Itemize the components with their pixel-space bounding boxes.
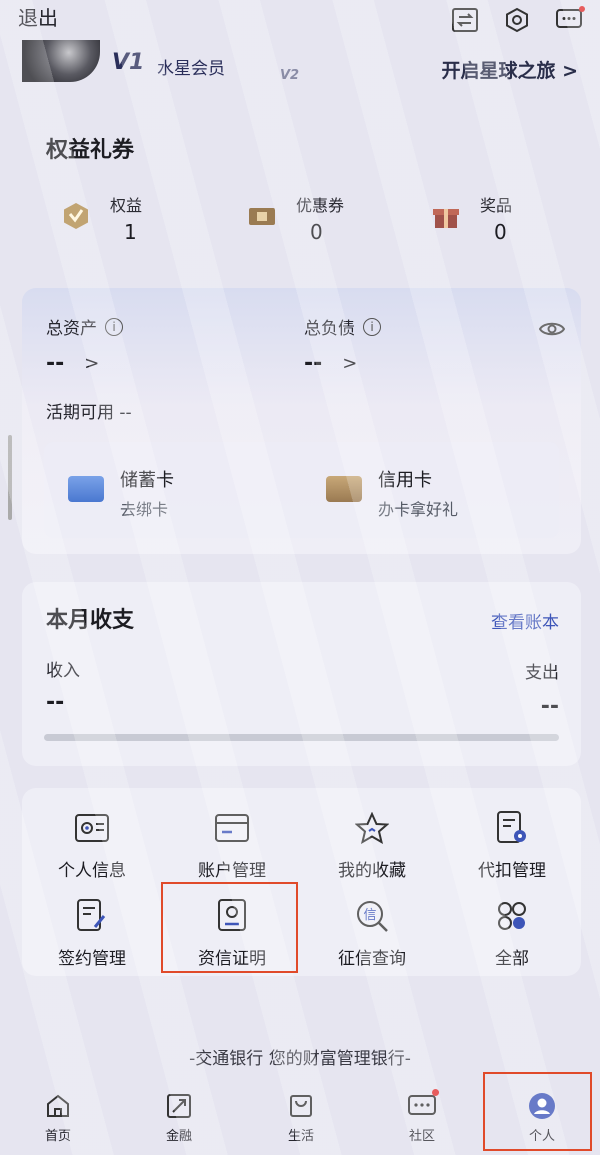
coupon-label: 优惠券 [296, 196, 345, 215]
total-assets-value: -- [46, 351, 65, 376]
service-label: 代扣管理 [478, 861, 546, 881]
message-icon[interactable] [554, 6, 585, 34]
credit-card-title: 信用卡 [378, 470, 432, 491]
coupon-value: 0 [310, 220, 323, 244]
top-bar: 退出 [0, 0, 600, 40]
nav-label: 社区 [408, 1129, 435, 1144]
eye-icon[interactable] [538, 320, 566, 342]
service-label: 全部 [495, 949, 529, 969]
total-assets[interactable]: 总资产 i -- > [46, 314, 123, 376]
bank-slogan: -交通银行 您的财富管理银行- [189, 1049, 411, 1069]
expense-label: 支出 [525, 663, 559, 683]
id-card-icon [74, 810, 110, 846]
expense-value: -- [540, 694, 559, 719]
income-expense-bar [44, 734, 559, 741]
chevron-right-icon: > [84, 353, 100, 374]
service-all[interactable]: 全部 [442, 898, 582, 978]
shopping-bag-icon [286, 1091, 316, 1121]
start-journey-link[interactable]: 开启星球之旅 > [441, 56, 578, 83]
document-gear-icon [494, 810, 530, 846]
service-label: 签约管理 [58, 949, 126, 969]
coupon-item[interactable]: 优惠券 0 [248, 190, 378, 250]
debit-card-title: 储蓄卡 [120, 470, 174, 491]
notification-dot [579, 6, 585, 12]
service-label: 账户管理 [198, 861, 266, 881]
nav-label: 生活 [287, 1129, 314, 1144]
nav-label: 金融 [165, 1129, 192, 1144]
gift-icon [433, 209, 459, 228]
view-bill-link[interactable]: 查看账本 [491, 608, 559, 633]
total-assets-label: 总资产 [46, 319, 97, 339]
exit-button[interactable]: 退出 [18, 2, 58, 31]
rights-section: 权益礼券 权益 1 优惠券 0 奖品 0 [22, 98, 581, 270]
rights-item[interactable]: 权益 1 [62, 190, 192, 250]
sign-document-icon [74, 898, 110, 934]
credit-card-subtitle: 办卡拿好礼 [378, 500, 459, 519]
level-badge: V1 [112, 50, 145, 75]
community-icon [407, 1089, 439, 1121]
card-icon [214, 810, 250, 846]
monthly-card: 本月收支 查看账本 收入 支出 -- -- [22, 582, 581, 766]
home-icon [43, 1091, 73, 1121]
services-grid: 个人信息 账户管理 我的收藏 代扣管理 签约管理 资信证明 信 征信查询 全部 [22, 788, 581, 976]
nav-finance[interactable]: 金融 [139, 1091, 219, 1144]
member-level-name: 水星会员 [157, 59, 225, 79]
prize-value: 0 [494, 220, 507, 244]
member-strip[interactable]: V1 水星会员 V2 开启星球之旅 > [22, 40, 578, 90]
service-personal-info[interactable]: 个人信息 [22, 810, 162, 890]
planet-image [22, 40, 100, 82]
service-auto-debit[interactable]: 代扣管理 [442, 810, 582, 890]
service-label: 征信查询 [338, 949, 406, 969]
total-liabilities-label: 总负债 [304, 319, 355, 339]
nav-home[interactable]: 首页 [18, 1091, 98, 1144]
income-value: -- [46, 690, 65, 715]
settings-icon[interactable] [502, 6, 532, 34]
prize-item[interactable]: 奖品 0 [432, 190, 562, 250]
chevron-right-icon: > [342, 353, 358, 374]
highlight-box [483, 1072, 592, 1151]
coupon-icon [249, 208, 275, 225]
service-favorites[interactable]: 我的收藏 [302, 810, 442, 890]
all-icon [494, 898, 530, 934]
svg-text:信: 信 [363, 908, 376, 923]
total-liabilities-value: -- [304, 351, 323, 376]
info-icon[interactable]: i [105, 317, 123, 336]
nav-life[interactable]: 生活 [261, 1091, 341, 1144]
nav-community[interactable]: 社区 [382, 1089, 462, 1144]
section-title: 权益礼券 [46, 138, 135, 163]
total-liabilities[interactable]: 总负债 i -- > [304, 314, 381, 376]
debit-card-subtitle: 去绑卡 [120, 500, 169, 519]
switch-icon[interactable] [450, 6, 480, 34]
prize-label: 奖品 [480, 196, 513, 215]
next-level-badge: V2 [280, 68, 300, 83]
scroll-indicator [8, 435, 12, 520]
rights-label: 权益 [110, 196, 143, 215]
service-label: 我的收藏 [338, 861, 406, 881]
credit-search-icon: 信 [354, 898, 390, 934]
debit-card-icon [68, 476, 104, 502]
rights-badge-icon [64, 203, 88, 229]
income-label: 收入 [46, 661, 80, 681]
service-contract-management[interactable]: 签约管理 [22, 898, 162, 978]
service-account-management[interactable]: 账户管理 [162, 810, 302, 890]
highlight-box [161, 882, 298, 973]
finance-icon [164, 1091, 194, 1121]
info-icon[interactable]: i [363, 317, 381, 336]
section-title: 本月收支 [46, 608, 135, 633]
nav-label: 首页 [44, 1129, 71, 1144]
credit-card-icon [326, 476, 362, 502]
service-credit-inquiry[interactable]: 信 征信查询 [302, 898, 442, 978]
service-label: 个人信息 [58, 861, 126, 881]
rights-value: 1 [124, 220, 137, 244]
bank-cards-box: 储蓄卡 去绑卡 信用卡 办卡拿好礼 [44, 442, 559, 538]
current-available: 活期可用 -- [46, 403, 132, 423]
notification-dot [432, 1089, 439, 1096]
assets-card: 总资产 i -- > 总负债 i -- > 活期可用 -- 储蓄卡 去绑卡 信用卡 办卡… [22, 288, 581, 554]
star-icon [354, 810, 390, 846]
